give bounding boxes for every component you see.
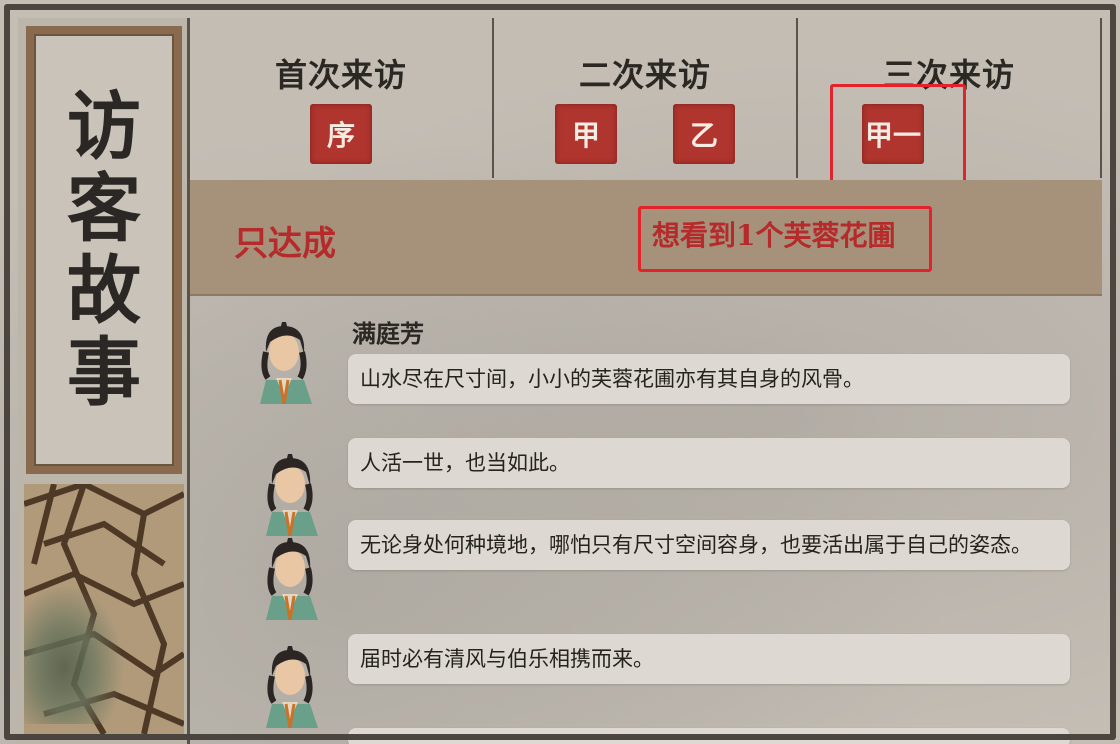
visitor-story-content: 首次来访 序 二次来访 甲 乙 三次来访 甲一 只达成 想看到1个芙蓉花圃 满庭…	[190, 18, 1102, 744]
visit-column-third: 三次来访 甲一	[798, 18, 1102, 186]
selected-tag-highlight	[830, 84, 966, 186]
bamboo-painting	[24, 584, 124, 724]
visit-title: 首次来访	[274, 56, 407, 94]
visit-column-second: 二次来访 甲 乙	[494, 18, 798, 178]
dialogue-line: 人活一世，也当如此。	[348, 438, 1070, 488]
visit-column-first: 首次来访 序	[190, 18, 494, 178]
title-char: 故	[67, 248, 141, 334]
title-plaque-inner: 访 客 故 事	[34, 34, 174, 466]
dialogue-list: 满庭芳 山水尽在尺寸间，小小的芙蓉花圃亦有其自身的风骨。 人活一世，也当如此。	[190, 304, 1102, 744]
character-portrait	[266, 454, 318, 536]
story-tag-button[interactable]: 序	[310, 104, 372, 164]
dialogue-line: 无论身处何种境地，哪怕只有尺寸空间容身，也要活出属于自己的姿态。	[348, 520, 1070, 570]
title-char: 事	[67, 330, 141, 416]
dialogue-line: 届时必有清风与伯乐相携而来。	[348, 634, 1070, 684]
dialogue-line-partial	[348, 728, 1070, 744]
story-tag-button[interactable]: 乙	[673, 104, 735, 164]
dialogue-line: 山水尽在尺寸间，小小的芙蓉花圃亦有其自身的风骨。	[348, 354, 1070, 404]
title-plaque: 访 客 故 事	[26, 26, 182, 474]
title-char: 访	[67, 84, 141, 170]
visit-columns: 首次来访 序 二次来访 甲 乙 三次来访 甲一	[190, 18, 1102, 186]
character-portrait	[266, 646, 318, 728]
lattice-window-decoration	[24, 484, 184, 734]
title-char: 客	[67, 166, 141, 252]
speaker-name: 满庭芳	[352, 319, 424, 348]
character-portrait	[260, 322, 312, 404]
visitor-story-side-panel: 访 客 故 事	[18, 18, 190, 744]
visit-title: 二次来访	[578, 56, 711, 94]
character-portrait	[266, 538, 318, 620]
condition-highlight	[638, 206, 932, 272]
condition-label: 只达成	[234, 224, 336, 264]
story-tag-button[interactable]: 甲	[555, 104, 617, 164]
condition-bar: 只达成 想看到1个芙蓉花圃	[190, 180, 1102, 296]
